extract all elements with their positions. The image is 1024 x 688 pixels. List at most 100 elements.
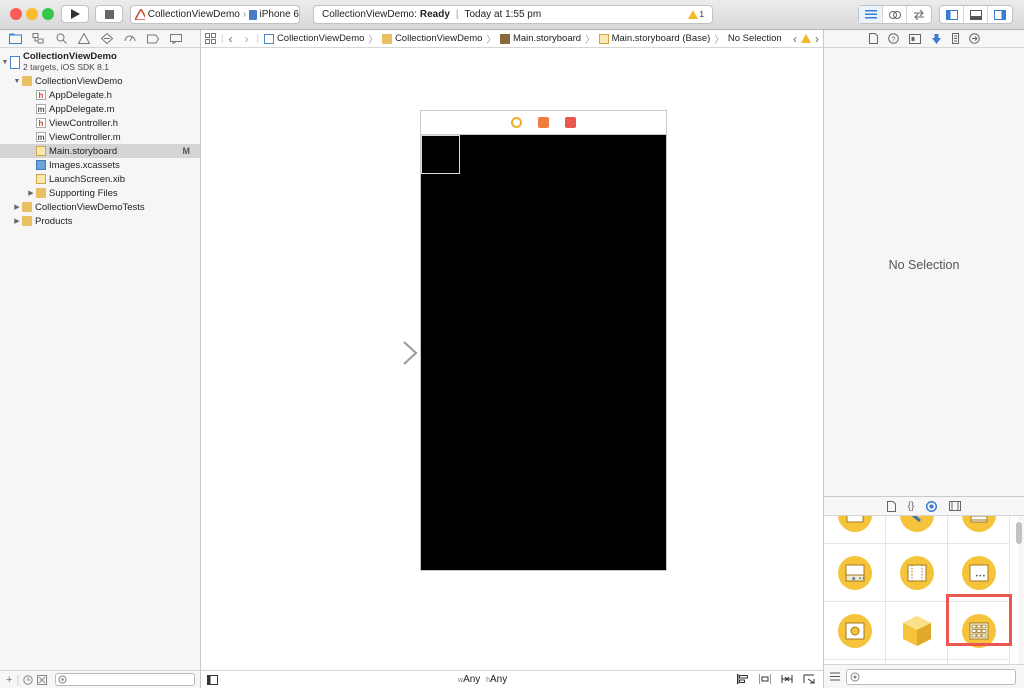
previous-issue-icon[interactable]: ‹ <box>793 32 797 46</box>
identity-inspector-icon[interactable] <box>908 33 921 44</box>
navigator-filter-input[interactable] <box>55 673 196 686</box>
disclosure-closed-icon[interactable]: ▶ <box>12 203 22 211</box>
issue-navigator-tab[interactable] <box>77 33 91 45</box>
first-responder-icon[interactable] <box>538 117 549 128</box>
jump-bar-crumb-localization[interactable]: Main.storyboard (Base) 〉 <box>598 32 724 46</box>
tree-item-file[interactable]: m ViewController.m <box>0 130 200 144</box>
jump-bar-crumb-file[interactable]: Main.storyboard 〉 <box>499 32 595 46</box>
exit-icon[interactable] <box>565 117 576 128</box>
media-library-icon[interactable] <box>949 501 962 511</box>
svg-text:•••: ••• <box>975 573 986 580</box>
forward-icon[interactable]: › <box>244 32 248 46</box>
tree-item-file[interactable]: h AppDelegate.h <box>0 88 200 102</box>
version-editor-button[interactable] <box>907 6 931 23</box>
jump-bar: | ‹ › | CollectionViewDemo 〉 CollectionVi… <box>201 30 823 48</box>
disclosure-closed-icon[interactable]: ▶ <box>12 217 22 225</box>
pin-icon[interactable] <box>759 674 771 684</box>
related-items-icon[interactable] <box>205 33 216 44</box>
disclosure-open-icon[interactable]: ▼ <box>12 78 22 85</box>
scheme-selector[interactable]: CollectionViewDemo › iPhone 6 <box>130 5 300 24</box>
page-view-controller-icon <box>899 555 934 590</box>
scm-filter-icon[interactable] <box>37 674 48 685</box>
editor-bottom-bar: wAny hAny <box>201 670 823 688</box>
tree-item-file[interactable]: Images.xcassets <box>0 158 200 172</box>
size-class-selector[interactable]: wAny hAny <box>458 674 507 685</box>
stop-icon <box>104 9 114 19</box>
add-icon[interactable]: + <box>6 674 12 686</box>
tree-item-file[interactable]: LaunchScreen.xib <box>0 172 200 186</box>
tree-item-group[interactable]: ▶ CollectionViewDemoTests <box>0 200 200 214</box>
document-outline-toggle-icon[interactable] <box>207 675 218 685</box>
find-navigator-tab[interactable] <box>54 33 68 45</box>
project-file-icon <box>10 55 20 69</box>
divider: | <box>16 673 20 686</box>
implementation-file-icon: m <box>36 132 46 142</box>
library-item[interactable] <box>886 602 948 660</box>
stop-button[interactable] <box>95 5 123 23</box>
view-object-icon <box>837 516 872 532</box>
toggle-debug-area-button[interactable] <box>964 6 988 23</box>
view-controller-icon[interactable] <box>511 117 522 128</box>
test-navigator-tab[interactable] <box>100 33 114 45</box>
close-window-button[interactable] <box>10 8 22 20</box>
breakpoint-navigator-tab[interactable] <box>146 33 160 45</box>
jump-bar-crumb-group[interactable]: CollectionViewDemo 〉 <box>381 32 496 46</box>
tree-item-group[interactable]: ▶ Products <box>0 214 200 228</box>
report-navigator-tab[interactable] <box>169 33 183 45</box>
library-item[interactable]: ★ •• <box>824 544 886 602</box>
project-navigator-tab[interactable] <box>8 33 22 45</box>
minimize-window-button[interactable] <box>26 8 38 20</box>
recent-clock-icon[interactable] <box>23 674 33 685</box>
library-item[interactable] <box>886 516 948 544</box>
resolve-issues-icon[interactable] <box>781 674 793 684</box>
disclosure-open-icon[interactable]: ▼ <box>0 59 10 66</box>
connections-inspector-icon[interactable] <box>968 33 980 44</box>
tree-item-group[interactable]: ▶ Supporting Files <box>0 186 200 200</box>
project-root-row[interactable]: ▼ CollectionViewDemo 2 targets, iOS SDK … <box>0 51 200 73</box>
attributes-inspector-icon[interactable] <box>931 33 942 45</box>
next-issue-icon[interactable]: › <box>815 32 819 46</box>
library-item[interactable] <box>824 602 886 660</box>
back-icon[interactable]: ‹ <box>228 32 232 46</box>
status-state: Ready <box>419 9 450 20</box>
run-button[interactable] <box>61 5 89 23</box>
tree-item-label: ViewController.h <box>49 117 119 129</box>
library-scrollbar[interactable] <box>1016 522 1022 544</box>
size-h-value: Any <box>489 674 508 685</box>
warning-icon[interactable] <box>801 34 811 43</box>
tree-item-file[interactable]: m AppDelegate.m <box>0 102 200 116</box>
library-item[interactable] <box>824 516 886 544</box>
tree-item-file[interactable]: h ViewController.h <box>0 116 200 130</box>
file-inspector-icon[interactable] <box>868 33 878 44</box>
align-icon[interactable] <box>737 674 749 684</box>
tree-item-group[interactable]: ▼ CollectionViewDemo <box>0 74 200 88</box>
library-search-input[interactable] <box>846 668 1016 685</box>
list-view-icon[interactable] <box>830 672 840 681</box>
jump-bar-crumb-project[interactable]: CollectionViewDemo 〉 <box>263 32 378 46</box>
status-divider: | <box>455 9 459 20</box>
toggle-utilities-button[interactable] <box>988 6 1012 23</box>
library-item[interactable] <box>886 544 948 602</box>
toggle-navigator-button[interactable] <box>940 6 964 23</box>
standard-editor-button[interactable] <box>859 6 883 23</box>
assistant-icon <box>888 10 901 19</box>
disclosure-closed-icon[interactable]: ▶ <box>26 189 36 197</box>
library-item[interactable] <box>948 516 1010 544</box>
collection-view-cell[interactable] <box>421 135 460 174</box>
initial-view-controller-arrow-icon[interactable] <box>346 341 418 365</box>
debug-navigator-tab[interactable] <box>123 33 137 45</box>
view-controller-scene[interactable] <box>420 134 667 571</box>
code-snippet-library-icon[interactable]: {} <box>908 501 915 512</box>
assistant-editor-button[interactable] <box>883 6 907 23</box>
tree-item-file-selected[interactable]: Main.storyboard M <box>0 144 200 158</box>
object-library-icon[interactable] <box>926 500 938 512</box>
symbol-navigator-tab[interactable] <box>31 33 45 45</box>
size-inspector-icon[interactable] <box>951 33 959 44</box>
zoom-window-button[interactable] <box>42 8 54 20</box>
resizing-behavior-icon[interactable] <box>803 674 815 684</box>
filter-icon <box>58 675 67 684</box>
warning-indicator[interactable]: 1 <box>687 10 704 19</box>
quick-help-icon[interactable]: ? <box>887 33 899 44</box>
file-template-library-icon[interactable] <box>886 500 896 512</box>
jump-bar-crumb-selection[interactable]: No Selection <box>728 33 782 44</box>
